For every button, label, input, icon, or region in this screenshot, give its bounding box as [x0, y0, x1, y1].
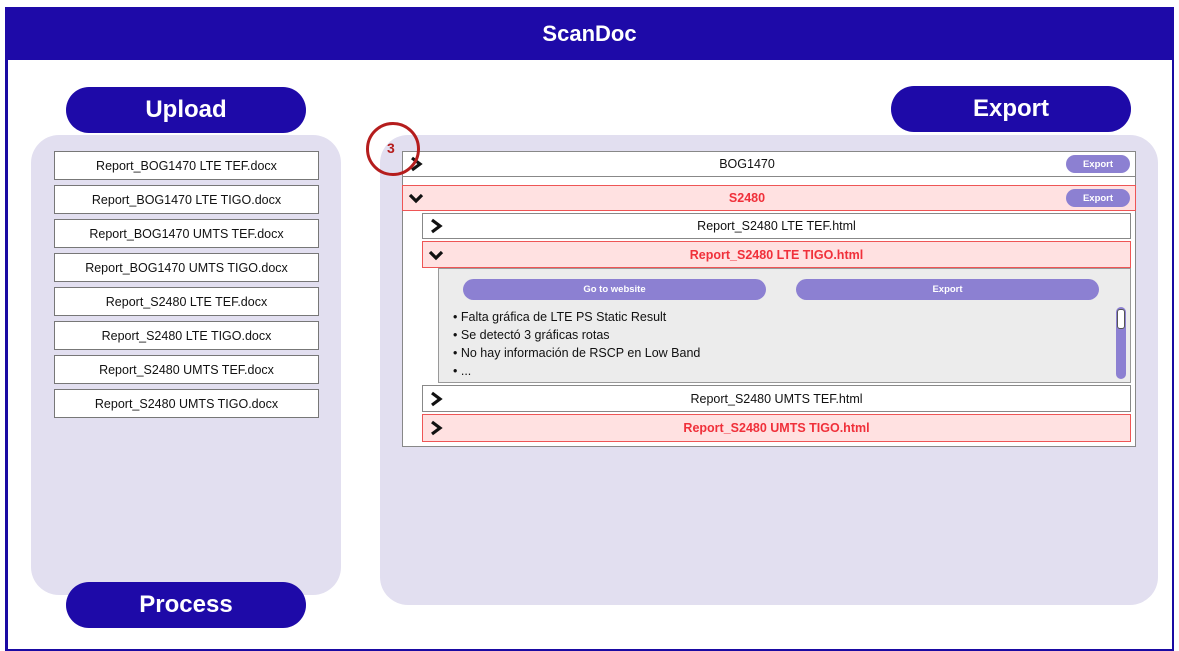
chevron-right-icon[interactable]	[423, 391, 449, 407]
tree-row-site[interactable]: BOG1470	[402, 151, 1136, 177]
process-button[interactable]: Process	[66, 582, 306, 628]
chevron-down-icon[interactable]	[423, 249, 449, 261]
go-to-website-button[interactable]: Go to website	[463, 279, 766, 300]
file-item[interactable]: Report_BOG1470 UMTS TIGO.docx	[54, 253, 319, 282]
scrollbar-thumb[interactable]	[1117, 309, 1125, 329]
file-item[interactable]: Report_S2480 UMTS TIGO.docx	[54, 389, 319, 418]
file-item[interactable]: Report_BOG1470 LTE TEF.docx	[54, 151, 319, 180]
issue-list: Falta gráfica de LTE PS Static Result Se…	[453, 308, 701, 380]
upload-button[interactable]: Upload	[66, 87, 306, 133]
site-label: S2480	[728, 191, 766, 205]
site-export-button[interactable]: Export	[1066, 155, 1130, 173]
tree-row-report[interactable]: Report_S2480 UMTS TEF.html	[422, 385, 1131, 412]
report-label: Report_S2480 UMTS TIGO.html	[683, 421, 870, 435]
site-label: BOG1470	[719, 157, 775, 171]
file-item[interactable]: Report_BOG1470 LTE TIGO.docx	[54, 185, 319, 214]
file-item[interactable]: Report_S2480 LTE TEF.docx	[54, 287, 319, 316]
report-export-button[interactable]: Export	[796, 279, 1099, 300]
tree-row-report[interactable]: Report_S2480 LTE TEF.html	[422, 213, 1131, 239]
issue-item: Se detectó 3 gráficas rotas	[453, 326, 700, 344]
tree-row-report-highlighted[interactable]: Report_S2480 UMTS TIGO.html	[422, 414, 1131, 442]
issue-item: ...	[453, 362, 700, 380]
report-label: Report_S2480 LTE TIGO.html	[689, 247, 864, 262]
file-item[interactable]: Report_S2480 UMTS TEF.docx	[54, 355, 319, 384]
issue-item: Falta gráfica de LTE PS Static Result	[453, 308, 700, 326]
tree-row-site-selected[interactable]: S2480	[402, 185, 1136, 211]
file-item[interactable]: Report_BOG1470 UMTS TEF.docx	[54, 219, 319, 248]
file-item[interactable]: Report_S2480 LTE TIGO.docx	[54, 321, 319, 350]
site-export-button[interactable]: Export	[1066, 189, 1130, 207]
chevron-right-icon[interactable]	[423, 218, 449, 234]
export-all-button[interactable]: Export	[891, 86, 1131, 132]
tree-row-report-selected[interactable]: Report_S2480 LTE TIGO.html	[422, 241, 1131, 268]
report-label: Report_S2480 UMTS TEF.html	[690, 391, 863, 406]
chevron-down-icon[interactable]	[403, 192, 429, 204]
report-label: Report_S2480 LTE TEF.html	[697, 219, 856, 233]
chevron-right-icon[interactable]	[423, 420, 449, 436]
issue-item: No hay información de RSCP en Low Band	[453, 344, 701, 362]
step-badge-number: 3	[387, 140, 395, 156]
app-title: ScanDoc	[5, 7, 1174, 60]
